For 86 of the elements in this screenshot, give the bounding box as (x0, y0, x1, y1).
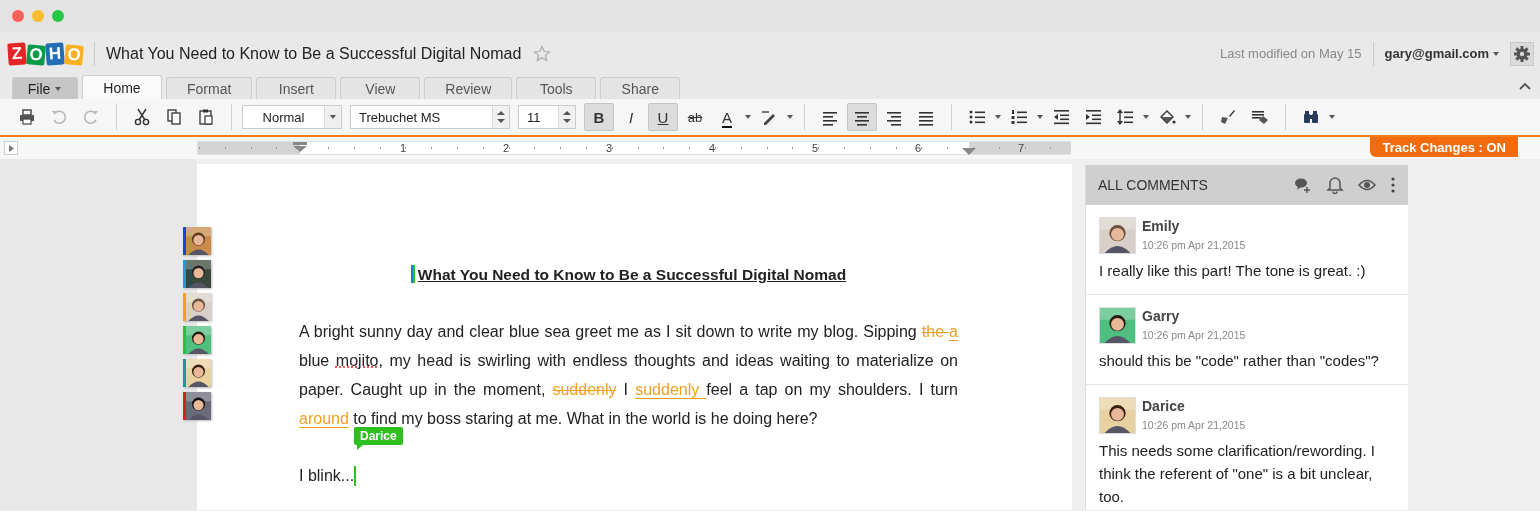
caret-icon[interactable] (329, 113, 337, 121)
indent-marker-icon[interactable] (293, 142, 307, 152)
pen-icon (760, 108, 778, 126)
play-icon (7, 143, 15, 153)
logo-letter: O (26, 43, 46, 66)
align-center-icon[interactable] (847, 103, 877, 131)
ruler-number: 3 (605, 142, 613, 154)
paragraph: I blink... (299, 466, 355, 486)
more-icon[interactable] (1390, 176, 1396, 194)
ruler-number: 1 (399, 142, 407, 154)
heading: What You Need to Know to Be a Successful Digital Nomad (417, 266, 847, 283)
scissors-icon (133, 108, 151, 126)
line-spacing-icon (1116, 108, 1134, 126)
bold-button[interactable]: B (584, 103, 614, 131)
comment-time: 10:26 pm Apr 21,2015 (1142, 419, 1246, 431)
add-comment-icon[interactable] (1294, 176, 1312, 194)
logo-letter: O (64, 43, 84, 66)
numbered-list-icon (1010, 108, 1028, 126)
pointer-icon (357, 445, 363, 450)
logo-letter: Z (7, 41, 27, 66)
ruler-number: 2 (502, 142, 510, 154)
logo-letter: H (45, 41, 65, 66)
bell-icon[interactable] (1326, 176, 1344, 194)
paragraph: A bright sunny day and clear blue sea greet me as I sit down to write my blog. Sipping the a blue mojito, my head is swirling with endless thoughts and ideas waiting to materialize on paper. Caught up in the moment, suddenly I suddenly feel a tap on my shoulders. I turn around to find my boss staring at me. What in the world is he doing here? (299, 322, 958, 429)
comment-text: should this be "code" rather than "codes"? (1099, 351, 1380, 371)
ruler-number: 6 (914, 142, 922, 154)
caret-icon[interactable] (1184, 113, 1192, 121)
font-dropdown[interactable]: Trebuchet MS (350, 105, 510, 129)
stepper-icon (496, 110, 506, 124)
ruler-number: 7 (1017, 142, 1025, 154)
tab[interactable]: Share (600, 77, 681, 99)
tab[interactable]: View (340, 77, 421, 99)
paint-bucket-icon (1158, 108, 1176, 126)
tab[interactable]: Home (82, 75, 162, 99)
printer-icon (18, 108, 36, 126)
caret-icon[interactable] (994, 113, 1002, 121)
clipboard-icon (197, 108, 215, 126)
user-label: Darice (354, 427, 403, 445)
font-size-field[interactable]: 11 (518, 105, 576, 129)
tab[interactable]: Insert (256, 77, 337, 99)
color-button[interactable]: A (712, 103, 742, 131)
caret-icon[interactable] (744, 113, 752, 121)
comment-author: Garry (1142, 308, 1181, 324)
comment-author: Emily (1142, 218, 1181, 234)
comment-text: This needs some clarification/rewording. I think the referent of "one" is a bit unclear, too. (1099, 441, 1376, 507)
brush-icon (1219, 108, 1237, 126)
redo-icon (82, 108, 100, 126)
star-icon[interactable] (533, 44, 552, 63)
outdent-icon (1052, 108, 1070, 126)
clear-format-icon (1251, 108, 1269, 126)
settings-icon (1513, 44, 1531, 63)
copy-icon (165, 108, 183, 126)
tab[interactable]: Format (166, 77, 253, 99)
collapse-icon[interactable] (1518, 81, 1532, 91)
indent-marker-icon[interactable] (962, 148, 976, 156)
account-menu[interactable]: gary@gmail.com (1384, 46, 1500, 61)
comment-text: I really like this part! The tone is great. :) (1099, 261, 1367, 281)
tab[interactable]: Tools (516, 77, 597, 99)
caret-icon[interactable] (1036, 113, 1044, 121)
document-title: What You Need to Know to Be a Successful Digital Nomad (106, 44, 522, 63)
ruler-toggle[interactable] (4, 141, 18, 155)
tab[interactable]: Review (424, 77, 513, 99)
bullet-list-icon (968, 108, 986, 126)
style-dropdown[interactable]: Normal (242, 105, 342, 129)
strike-button[interactable]: ab (680, 103, 710, 131)
underline-button[interactable]: U (648, 103, 678, 131)
last-modified-text: Last modified on May 15 (1219, 46, 1362, 61)
undo-icon (50, 108, 68, 126)
caret-icon[interactable] (54, 84, 63, 93)
caret-icon[interactable] (1328, 113, 1336, 121)
file-menu[interactable]: File (12, 77, 78, 99)
binoculars-icon (1302, 108, 1320, 126)
comment-time: 10:26 pm Apr 21,2015 (1142, 329, 1246, 341)
panel-title: ALL COMMENTS (1098, 177, 1209, 193)
comment-time: 10:26 pm Apr 21,2015 (1142, 239, 1246, 251)
settings-button[interactable] (1510, 41, 1534, 66)
caret-icon[interactable] (1492, 49, 1500, 58)
ruler-number: 5 (811, 142, 819, 154)
italic-button[interactable]: I (616, 103, 646, 131)
ruler-number: 4 (708, 142, 716, 154)
indent-icon (1084, 108, 1102, 126)
comment-author: Darice (1142, 398, 1186, 414)
caret-icon[interactable] (786, 113, 794, 121)
text-cursor (410, 265, 415, 283)
stepper-icon (562, 110, 572, 124)
caret-icon[interactable] (1142, 113, 1150, 121)
